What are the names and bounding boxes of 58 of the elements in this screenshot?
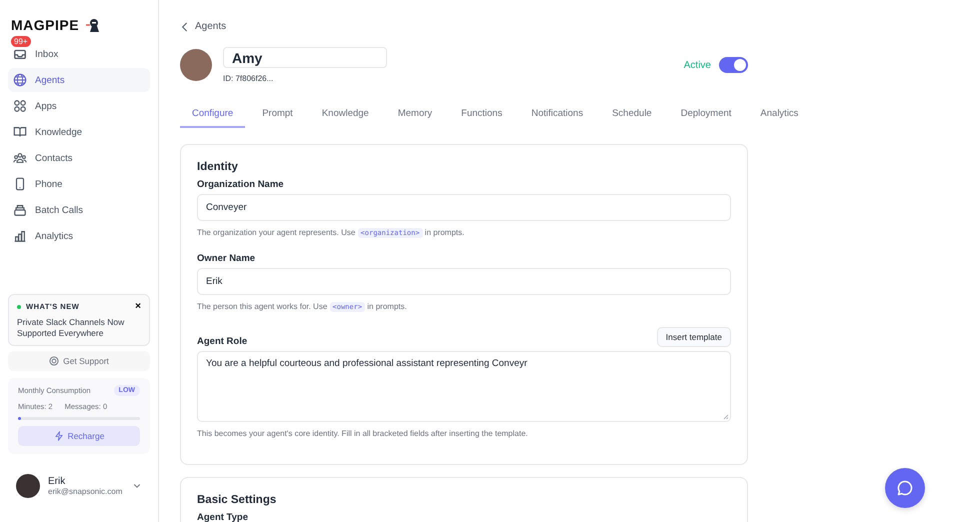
- field-label: Owner Name: [197, 253, 256, 264]
- section-title: Identity: [197, 161, 239, 173]
- tab[interactable]: Analytics: [748, 103, 810, 128]
- active-toggle[interactable]: [719, 57, 748, 73]
- tab[interactable]: Functions: [449, 103, 514, 128]
- text-area[interactable]: You are a helpful courteous and professional assistant representing Conveyr: [197, 351, 731, 422]
- inbox-icon: [13, 47, 27, 61]
- nav-item[interactable]: Analytics: [8, 224, 150, 248]
- field-label: Agent Type: [197, 512, 250, 522]
- field-label: Agent Role: [197, 336, 248, 347]
- recharge-button[interactable]: Recharge: [18, 426, 140, 446]
- globe-icon: [13, 73, 27, 87]
- agent-id: ID: 7f806f26...: [223, 74, 274, 83]
- field-label: Organization Name: [197, 179, 284, 190]
- agent-name-field[interactable]: Amy: [223, 47, 387, 68]
- insert-template-button[interactable]: Insert template: [656, 327, 731, 347]
- tab[interactable]: Prompt: [250, 103, 305, 128]
- user-name: Erik: [48, 476, 66, 487]
- book-icon: [13, 125, 27, 139]
- chat-button[interactable]: [885, 468, 925, 508]
- chat-bubble-icon: [896, 479, 914, 497]
- input-field[interactable]: Conveyer: [197, 194, 731, 221]
- stack-icon: [13, 203, 27, 217]
- status-dot-icon: [17, 304, 21, 308]
- chevron-left-icon: [180, 22, 189, 32]
- user-avatar: [16, 474, 40, 498]
- resize-handle-icon[interactable]: [723, 414, 729, 420]
- lightning-icon: [54, 431, 64, 441]
- tab[interactable]: Schedule: [600, 103, 664, 128]
- tab[interactable]: Configure: [180, 103, 246, 128]
- phone-icon: [13, 177, 27, 191]
- field-hint: This becomes your agent's core identity. Fill in all bracketed fields after inserting the template.: [197, 428, 529, 440]
- close-button[interactable]: ×: [135, 301, 141, 312]
- nav-item[interactable]: Knowledge: [8, 120, 150, 144]
- tab[interactable]: Notifications: [519, 103, 596, 128]
- nav-item[interactable]: Agents: [8, 68, 150, 92]
- section-title: Basic Settings: [197, 494, 278, 506]
- count-badge: 99+: [11, 36, 31, 47]
- status-label: Active: [684, 60, 711, 70]
- grid-icon: [13, 99, 27, 113]
- bar-chart-icon: [13, 229, 27, 243]
- tab[interactable]: Deployment: [668, 103, 744, 128]
- agent-avatar: [180, 49, 212, 81]
- nav-item[interactable]: Phone: [8, 172, 150, 196]
- logo: MAGPIPE: [11, 17, 80, 33]
- people-icon: [13, 151, 27, 165]
- tab[interactable]: Knowledge: [310, 103, 381, 128]
- nav-item[interactable]: Apps: [8, 94, 150, 118]
- support-button[interactable]: Get Support: [8, 351, 150, 371]
- nav-item[interactable]: Contacts: [8, 146, 150, 170]
- back-link[interactable]: Agents: [180, 21, 226, 32]
- news-text: Private Slack Channels Now Supported Everywhere: [17, 317, 126, 339]
- lifebuoy-icon: [49, 356, 60, 366]
- input-field[interactable]: Erik: [197, 268, 731, 295]
- nav-item[interactable]: Batch Calls: [8, 198, 150, 222]
- user-email: erik@snapsonic.com: [48, 487, 122, 496]
- mascot-icon: [85, 17, 102, 33]
- tab[interactable]: Memory: [386, 103, 444, 128]
